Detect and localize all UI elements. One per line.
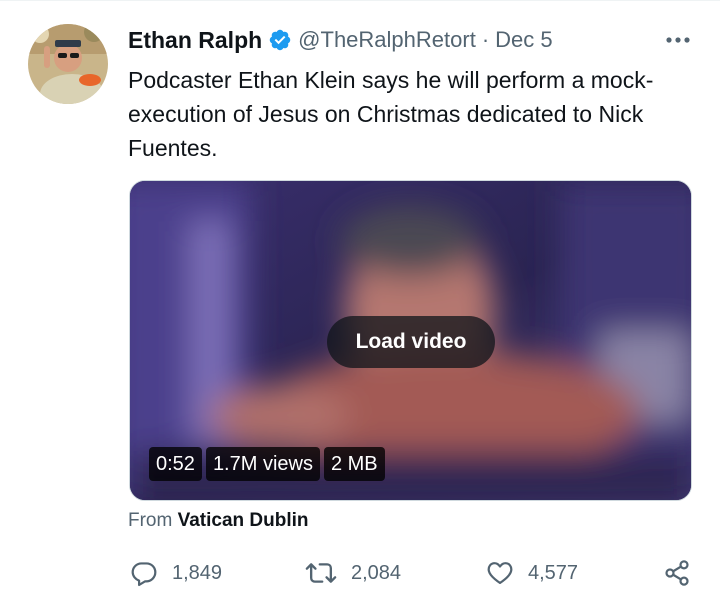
video-views-badge: 1.7M views bbox=[205, 447, 320, 481]
like-count: 4,577 bbox=[528, 561, 579, 584]
heart-icon bbox=[487, 562, 513, 585]
reply-button[interactable]: 1,849 bbox=[130, 556, 222, 590]
share-icon bbox=[665, 560, 689, 586]
more-options-button[interactable] bbox=[662, 26, 694, 54]
more-dots-icon bbox=[666, 37, 690, 43]
tweet-actions: 1,849 2,084 4,577 bbox=[0, 556, 720, 590]
retweet-count: 2,084 bbox=[351, 561, 402, 584]
header-separator: · bbox=[481, 27, 490, 52]
top-divider bbox=[0, 0, 720, 1]
load-video-button[interactable]: Load video bbox=[327, 316, 495, 368]
source-account-name[interactable]: Vatican Dublin bbox=[178, 510, 309, 531]
source-prefix: From bbox=[128, 510, 173, 531]
tweet-header: Ethan Ralph @TheRalphRetort · Dec 5 bbox=[128, 24, 553, 56]
video-size-badge: 2 MB bbox=[323, 447, 385, 481]
reply-bubble-icon bbox=[131, 562, 157, 587]
author-handle[interactable]: @TheRalphRetort bbox=[298, 27, 476, 53]
verified-badge-icon bbox=[269, 29, 291, 51]
author-display-name[interactable]: Ethan Ralph bbox=[128, 27, 262, 54]
share-button[interactable] bbox=[663, 556, 691, 590]
tweet-date[interactable]: Dec 5 bbox=[495, 27, 552, 53]
retweet-icon bbox=[305, 563, 337, 583]
tweet-text: Podcaster Ethan Klein says he will perfo… bbox=[128, 67, 654, 161]
like-button[interactable]: 4,577 bbox=[486, 556, 578, 590]
video-badges: 0:52 1.7M views 2 MB bbox=[149, 447, 385, 481]
retweet-button[interactable]: 2,084 bbox=[305, 556, 401, 590]
avatar[interactable] bbox=[28, 24, 108, 104]
video-card[interactable]: Load video 0:52 1.7M views 2 MB bbox=[129, 180, 692, 501]
video-source-attribution: From Vatican Dublin bbox=[128, 510, 309, 532]
video-duration-badge: 0:52 bbox=[149, 447, 202, 481]
reply-count: 1,849 bbox=[172, 561, 223, 584]
